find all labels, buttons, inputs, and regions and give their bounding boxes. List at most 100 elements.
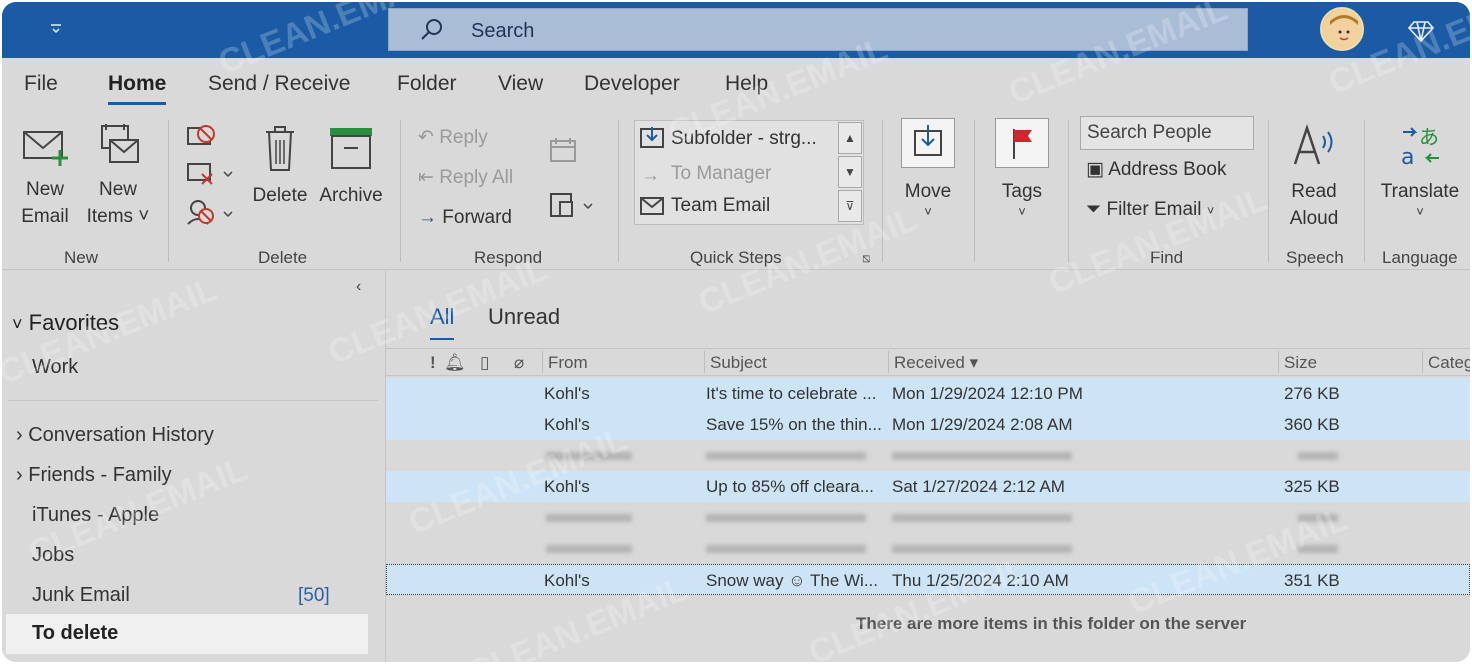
tab-folder[interactable]: Folder <box>397 72 457 96</box>
filter-email-button[interactable]: ⏷ Filter Email ˅ <box>1086 196 1214 224</box>
folder-jobs[interactable]: Jobs <box>32 544 74 567</box>
group-label-speech: Speech <box>1286 248 1344 267</box>
attachment-icon[interactable]: ⌀ <box>514 353 524 373</box>
read-aloud-button[interactable]: Read Aloud <box>1282 120 1346 232</box>
to-manager-icon: → <box>641 165 660 186</box>
delete-button[interactable]: Delete <box>248 122 312 209</box>
row-size: 360 KB <box>1284 415 1340 434</box>
folder-itunes-apple[interactable]: iTunes - Apple <box>32 504 159 527</box>
redacted-text <box>1298 545 1338 553</box>
table-row-redacted[interactable] <box>386 533 1470 564</box>
item-type-icon[interactable]: ▯ <box>480 353 489 373</box>
table-row[interactable]: Kohl's Save 15% on the thin... Mon 1/29/… <box>386 409 1470 440</box>
forward-label: Forward <box>442 207 512 228</box>
quick-steps-gallery: Subfolder - strg... → To Manager Team Em… <box>634 120 864 225</box>
row-from: Kohl's <box>544 415 590 434</box>
quick-step-team-email[interactable]: Team Email <box>671 195 770 217</box>
table-row-redacted[interactable] <box>386 440 1470 471</box>
move-button[interactable]: Move ˅ <box>898 118 958 219</box>
dialog-launcher-icon[interactable]: ⧅ <box>862 250 870 266</box>
new-email-label-line2: Email <box>21 206 69 227</box>
archive-icon <box>330 128 372 169</box>
row-received: Mon 1/29/2024 12:10 PM <box>892 384 1083 403</box>
quick-steps-expand[interactable]: ⊽ <box>838 190 862 222</box>
tab-home[interactable]: Home <box>108 72 167 105</box>
folder-to-delete[interactable]: To delete <box>6 614 368 654</box>
row-from: Kohl's <box>544 477 590 496</box>
table-row-redacted[interactable] <box>386 502 1470 533</box>
row-subject: It's time to celebrate ... <box>706 384 877 403</box>
tab-file[interactable]: File <box>24 72 58 96</box>
junk-email-count: [50] <box>298 585 330 606</box>
search-icon <box>421 19 442 40</box>
read-aloud-icon <box>1293 124 1333 165</box>
tab-send-receive[interactable]: Send / Receive <box>208 72 350 96</box>
ignore-icon[interactable] <box>186 122 218 150</box>
quick-access-dropdown-icon[interactable] <box>42 16 70 44</box>
tab-all[interactable]: All <box>430 304 455 340</box>
collapse-pane-icon[interactable]: ‹ <box>356 278 361 296</box>
favorites-header[interactable]: ˅ Favorites <box>12 310 119 336</box>
translate-button[interactable]: a あ Translate ˅ <box>1378 120 1462 219</box>
team-email-icon <box>640 197 664 215</box>
redacted-text <box>706 545 866 553</box>
junk-icon[interactable] <box>186 198 236 228</box>
more-respond-icon[interactable] <box>548 190 598 220</box>
reminder-icon[interactable]: 🔔︎ <box>444 353 466 373</box>
quick-steps-scroll-down[interactable]: ▼ <box>838 156 862 188</box>
importance-column-header[interactable]: ! <box>430 353 436 373</box>
table-row[interactable]: Kohl's Up to 85% off cleara... Sat 1/27/… <box>386 471 1470 502</box>
more-items-on-server-note[interactable]: There are more items in this folder on t… <box>856 614 1246 634</box>
message-list: All Unread ! 🔔︎ ▯ ⌀ From Subject Receive… <box>386 270 1470 662</box>
new-email-button[interactable]: New Email <box>16 122 74 230</box>
tab-unread[interactable]: Unread <box>488 304 560 330</box>
search-bar[interactable]: Search <box>388 8 1248 51</box>
premium-diamond-icon[interactable] <box>1407 16 1435 44</box>
folder-pane: ‹ ˅ Favorites Work › Conversation Histor… <box>2 270 386 662</box>
table-row[interactable]: Kohl's Snow way ☺ The Wi... Thu 1/25/202… <box>386 564 1470 595</box>
new-email-label-line1: New <box>25 179 64 200</box>
redacted-text <box>546 452 632 460</box>
from-column-header[interactable]: From <box>548 353 588 373</box>
forward-button[interactable]: → Forward <box>418 204 512 231</box>
cleanup-icon[interactable] <box>186 160 236 188</box>
tags-button[interactable]: Tags ˅ <box>992 118 1052 219</box>
redacted-text <box>892 514 1072 522</box>
redacted-text <box>892 452 1072 460</box>
redacted-text <box>1298 452 1338 460</box>
quick-steps-scroll-up[interactable]: ▲ <box>838 122 862 154</box>
trash-icon <box>266 126 294 171</box>
tab-developer[interactable]: Developer <box>584 72 680 96</box>
search-people-input[interactable]: Search People <box>1080 116 1254 150</box>
tab-view[interactable]: View <box>498 72 543 96</box>
reply-all-button[interactable]: ⇤ Reply All <box>418 164 513 191</box>
tab-help[interactable]: Help <box>725 72 768 96</box>
ribbon: New Email New Items ˅ New Delete Archive… <box>2 112 1470 270</box>
folder-work[interactable]: Work <box>32 356 78 379</box>
folder-to-delete-label: To delete <box>32 622 119 644</box>
table-row[interactable]: Kohl's It's time to celebrate ... Mon 1/… <box>386 378 1470 409</box>
title-bar: Search <box>2 2 1470 58</box>
quick-step-to-manager[interactable]: To Manager <box>671 163 771 185</box>
subject-column-header[interactable]: Subject <box>710 353 767 373</box>
column-separator <box>542 351 543 373</box>
row-size: 276 KB <box>1284 384 1340 403</box>
received-column-header[interactable]: Received ▾ <box>894 353 978 373</box>
reply-button[interactable]: ↶ Reply <box>418 124 488 151</box>
meeting-icon[interactable] <box>548 136 578 164</box>
folder-junk-email[interactable]: Junk Email <box>32 584 130 607</box>
size-column-header[interactable]: Size <box>1284 353 1317 373</box>
new-items-button[interactable]: New Items ˅ <box>82 122 154 230</box>
category-column-header[interactable]: Categ <box>1428 353 1470 373</box>
quick-step-subfolder[interactable]: Subfolder - strg... <box>671 128 817 150</box>
address-book-button[interactable]: ▣ Address Book <box>1086 156 1226 183</box>
archive-button[interactable]: Archive <box>316 122 386 209</box>
redacted-text <box>706 514 866 522</box>
reply-all-label: Reply All <box>439 167 514 188</box>
ribbon-separator <box>974 120 975 262</box>
folder-conversation-history[interactable]: › Conversation History <box>16 424 214 447</box>
folder-friends-family[interactable]: › Friends - Family <box>16 464 172 487</box>
avatar[interactable] <box>1320 7 1364 51</box>
group-label-quick-steps: Quick Steps <box>690 248 782 267</box>
tags-label: Tags <box>1001 181 1043 202</box>
